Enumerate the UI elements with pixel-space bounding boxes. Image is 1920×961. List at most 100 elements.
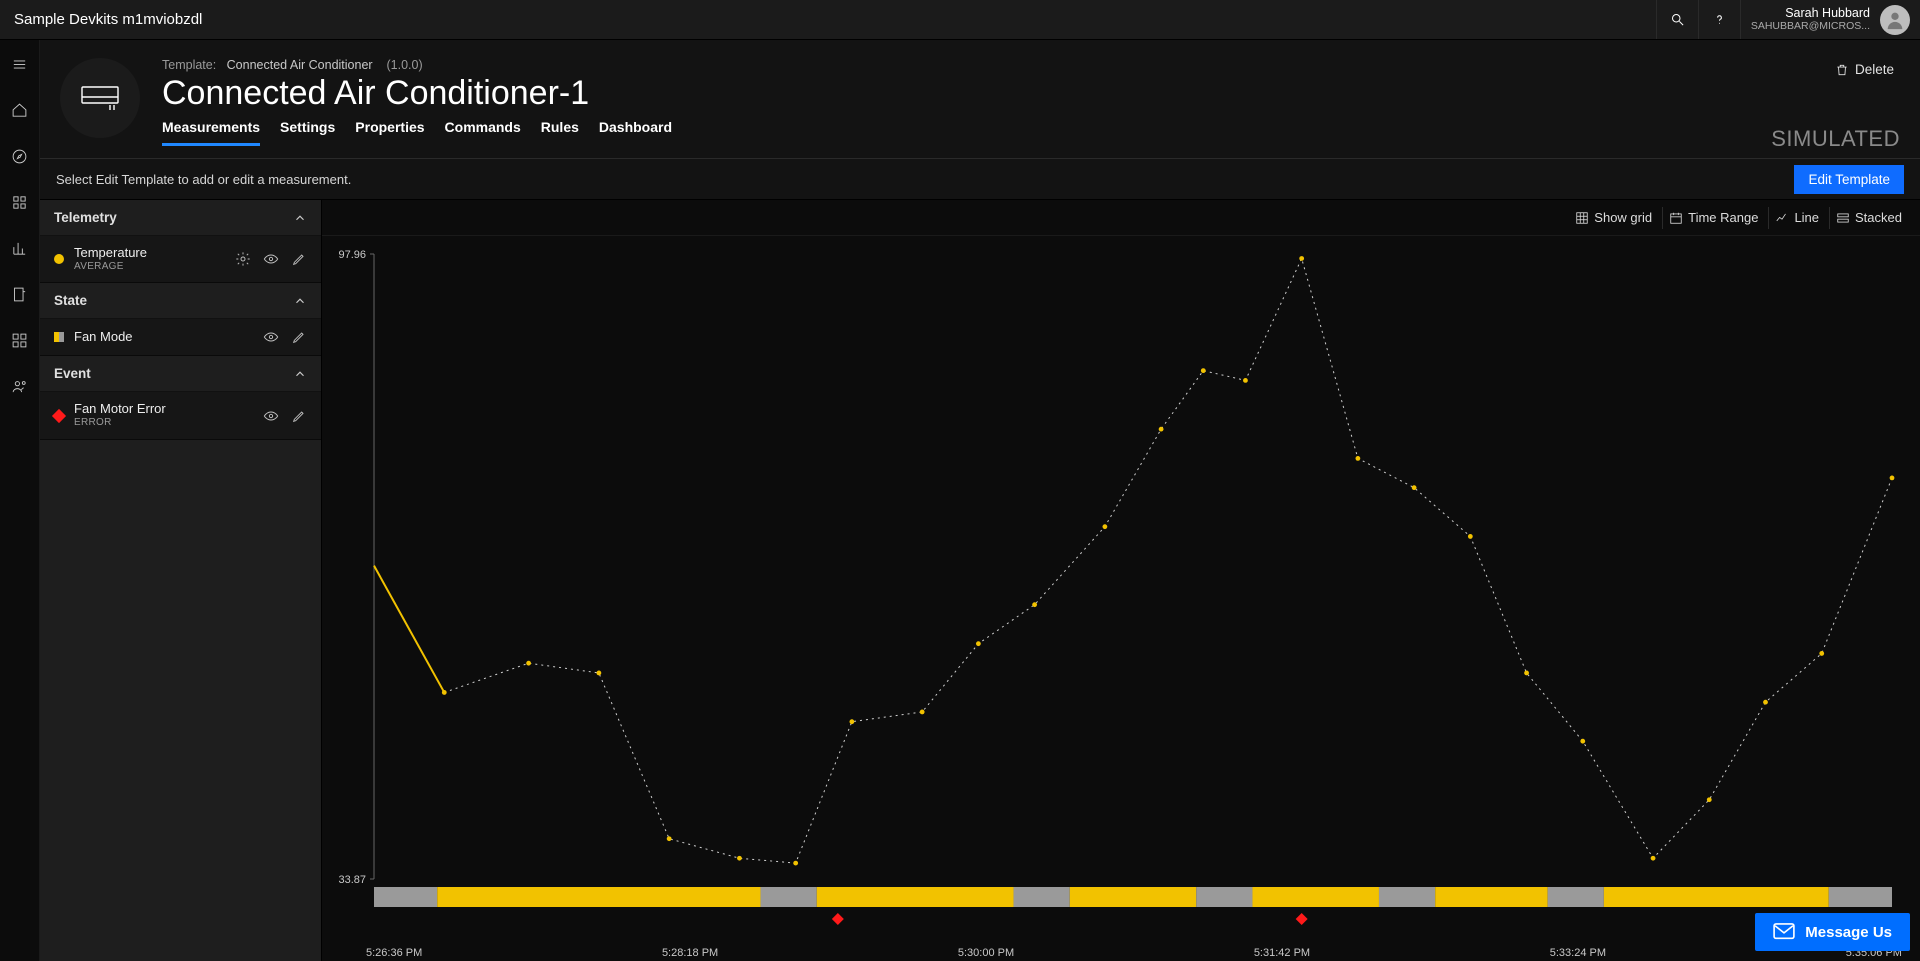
nav-admin[interactable] — [0, 372, 40, 400]
delete-label: Delete — [1855, 62, 1894, 77]
state-header-label: State — [54, 293, 87, 308]
chart-body: 97.96 33.87 5:26:36 PM5:28:18 PM5:30:00 P… — [322, 236, 1920, 961]
avatar — [1880, 5, 1910, 35]
measurements-panel: Telemetry Temperature AVERAGE — [40, 200, 322, 961]
search-icon — [1670, 12, 1685, 27]
chart-area: Show grid Time Range Line Stacked — [322, 200, 1920, 961]
nav-device-sets[interactable] — [0, 188, 40, 216]
device-icon — [60, 58, 140, 138]
fan-mode-label: Fan Mode — [74, 330, 263, 345]
chart-show-grid-label: Show grid — [1594, 210, 1652, 225]
telemetry-section-header[interactable]: Telemetry — [40, 200, 321, 236]
chart-mode-line-label: Line — [1794, 210, 1819, 225]
template-key: Template: — [162, 58, 216, 72]
tab-dashboard[interactable]: Dashboard — [599, 119, 672, 146]
nav-home[interactable] — [0, 96, 40, 124]
chart-mode-line[interactable]: Line — [1768, 207, 1825, 229]
event-label: Fan Motor Error ERROR — [74, 402, 263, 428]
svg-text:97.96: 97.96 — [338, 249, 366, 261]
tab-commands[interactable]: Commands — [445, 119, 521, 146]
mail-icon — [1773, 923, 1795, 941]
header-center: Template: Connected Air Conditioner (1.0… — [162, 58, 1771, 146]
top-bar: Sample Devkits m1mviobzdl Sarah Hubbard … — [0, 0, 1920, 40]
grid-icon — [1575, 211, 1589, 225]
trash-icon — [1835, 63, 1849, 77]
nav-analytics[interactable] — [0, 234, 40, 262]
topbar-right: Sarah Hubbard SAHUBBAR@MICROS... — [1656, 0, 1920, 39]
telemetry-item-temperature[interactable]: Temperature AVERAGE — [40, 236, 321, 283]
help-button[interactable] — [1698, 0, 1740, 39]
template-line: Template: Connected Air Conditioner (1.0… — [162, 58, 1771, 72]
eye-icon[interactable] — [263, 329, 279, 345]
message-us-button[interactable]: Message Us — [1755, 913, 1910, 951]
chart-time-range-label: Time Range — [1688, 210, 1758, 225]
tab-rules[interactable]: Rules — [541, 119, 579, 146]
svg-text:33.87: 33.87 — [338, 874, 366, 886]
chart-mode-stacked[interactable]: Stacked — [1829, 207, 1908, 229]
fan-mode-legend-swatch — [54, 332, 64, 342]
tab-properties[interactable]: Properties — [355, 119, 424, 146]
user-text: Sarah Hubbard SAHUBBAR@MICROS... — [1751, 7, 1870, 32]
app-title: Sample Devkits m1mviobzdl — [14, 11, 202, 28]
state-item-fan-mode[interactable]: Fan Mode — [40, 319, 321, 356]
fan-error-label: Fan Motor Error — [74, 402, 263, 417]
delete-button[interactable]: Delete — [1829, 58, 1900, 81]
main: Template: Connected Air Conditioner (1.0… — [40, 40, 1920, 961]
tab-settings[interactable]: Settings — [280, 119, 335, 146]
nav-explorer[interactable] — [0, 142, 40, 170]
user-email: SAHUBBAR@MICROS... — [1751, 21, 1870, 33]
chart-time-range-button[interactable]: Time Range — [1662, 207, 1764, 229]
header-right: Delete SIMULATED — [1771, 58, 1900, 158]
x-axis-labels: 5:26:36 PM5:28:18 PM5:30:00 PM5:31:42 PM… — [366, 947, 1902, 959]
search-button[interactable] — [1656, 0, 1698, 39]
content: Telemetry Temperature AVERAGE — [40, 200, 1920, 961]
eye-icon[interactable] — [263, 408, 279, 424]
template-version: (1.0.0) — [387, 58, 423, 72]
template-name: Connected Air Conditioner — [227, 58, 373, 72]
telemetry-actions — [235, 251, 307, 267]
tab-measurements[interactable]: Measurements — [162, 119, 260, 146]
message-us-label: Message Us — [1805, 924, 1892, 941]
body: Template: Connected Air Conditioner (1.0… — [0, 40, 1920, 961]
eye-icon[interactable] — [263, 251, 279, 267]
event-actions — [263, 408, 307, 424]
edit-template-button[interactable]: Edit Template — [1794, 165, 1904, 194]
chart-toolbar: Show grid Time Range Line Stacked — [322, 200, 1920, 236]
event-section-header[interactable]: Event — [40, 356, 321, 392]
pencil-icon[interactable] — [291, 329, 307, 345]
calendar-icon — [1669, 211, 1683, 225]
nav-rail — [0, 40, 40, 961]
device-title: Connected Air Conditioner-1 — [162, 74, 1771, 113]
chevron-up-icon — [293, 294, 307, 308]
temperature-label: Temperature — [74, 246, 235, 261]
state-actions — [263, 329, 307, 345]
chart-mode-stacked-label: Stacked — [1855, 210, 1902, 225]
nav-jobs[interactable] — [0, 280, 40, 308]
line-chart-icon — [1775, 211, 1789, 225]
help-icon — [1712, 12, 1727, 27]
event-item-fan-motor-error[interactable]: Fan Motor Error ERROR — [40, 392, 321, 439]
tabs: Measurements Settings Properties Command… — [162, 119, 1771, 146]
toolbar-row: Select Edit Template to add or edit a me… — [40, 158, 1920, 200]
hamburger-button[interactable] — [0, 50, 40, 78]
event-header-label: Event — [54, 366, 91, 381]
fan-error-legend-diamond — [52, 409, 66, 423]
chevron-up-icon — [293, 211, 307, 225]
nav-app-builder[interactable] — [0, 326, 40, 354]
stacked-icon — [1836, 211, 1850, 225]
telemetry-label: Temperature AVERAGE — [74, 246, 235, 272]
toolbar-hint: Select Edit Template to add or edit a me… — [56, 172, 351, 187]
telemetry-chart[interactable]: 97.96 33.87 — [330, 244, 1902, 953]
fan-error-sublabel: ERROR — [74, 417, 263, 429]
state-section-header[interactable]: State — [40, 283, 321, 319]
pencil-icon[interactable] — [291, 251, 307, 267]
telemetry-header-label: Telemetry — [54, 210, 117, 225]
temperature-legend-dot — [54, 254, 64, 264]
chart-show-grid-toggle[interactable]: Show grid — [1569, 207, 1658, 229]
page-header: Template: Connected Air Conditioner (1.0… — [40, 40, 1920, 158]
gear-icon[interactable] — [235, 251, 251, 267]
pencil-icon[interactable] — [291, 408, 307, 424]
user-block[interactable]: Sarah Hubbard SAHUBBAR@MICROS... — [1740, 0, 1920, 39]
state-label: Fan Mode — [74, 330, 263, 345]
chevron-up-icon — [293, 367, 307, 381]
